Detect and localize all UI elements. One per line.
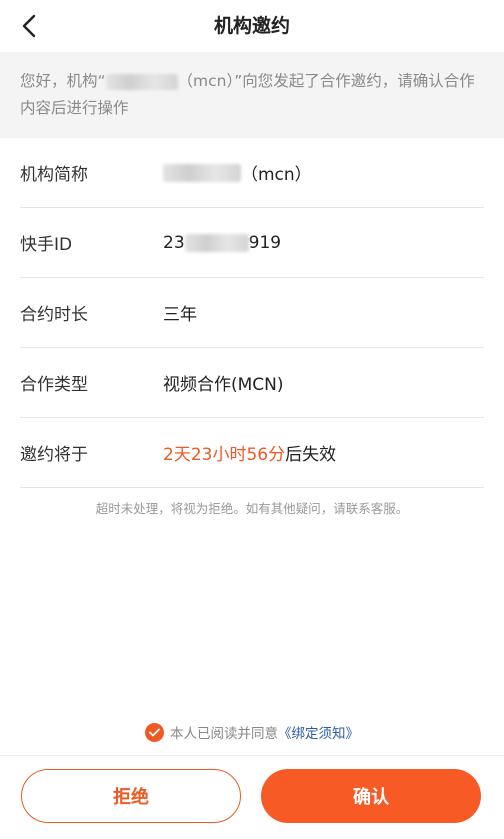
invitation-details: 机构简称 （mcn） 快手ID 23 919 合约时长 三年 合作类型 视频合作…	[0, 138, 504, 488]
detail-label: 快手ID	[20, 235, 73, 255]
masked-id-digits	[184, 233, 249, 252]
detail-row-expiry: 邀约将于 2天23小时56分 后失效	[20, 418, 484, 488]
action-bar: 拒绝 确认	[0, 755, 504, 839]
agreement-row[interactable]: 本人已阅读并同意 《绑定须知》	[0, 721, 504, 743]
detail-row-cooperation-type: 合作类型 视频合作(MCN)	[20, 348, 484, 418]
invitation-notice: 您好，机构“ （mcn）”向您发起了合作邀约，请确认合作内容后进行操作	[0, 52, 504, 138]
notice-prefix: 您好，机构“	[20, 72, 106, 90]
header: 机构邀约	[0, 0, 504, 52]
page-title: 机构邀约	[213, 15, 290, 37]
detail-value: （mcn）	[163, 160, 312, 185]
masked-org-name	[105, 73, 178, 90]
countdown-timer: 2天23小时56分	[163, 445, 286, 465]
confirm-button[interactable]: 确认	[261, 769, 481, 823]
detail-label: 机构简称	[20, 165, 88, 185]
binding-notice-link[interactable]: 《绑定须知》	[278, 722, 359, 742]
detail-label: 合作类型	[20, 375, 88, 395]
detail-label: 邀约将于	[20, 445, 88, 465]
detail-row-org-name: 机构简称 （mcn）	[20, 138, 484, 208]
masked-org-short-name	[163, 163, 241, 182]
agreement-text: 本人已阅读并同意	[170, 726, 278, 742]
detail-value: 23 919	[163, 232, 282, 253]
reject-button[interactable]: 拒绝	[21, 769, 241, 823]
check-circle-icon[interactable]	[145, 722, 164, 742]
timeout-hint: 超时未处理，将视为拒绝。如有其他疑问，请联系客服。	[95, 501, 409, 516]
detail-row-contract-duration: 合约时长 三年	[20, 278, 484, 348]
detail-value: 视频合作(MCN)	[163, 375, 284, 395]
detail-value: 三年	[163, 305, 197, 325]
detail-label: 合约时长	[20, 305, 88, 325]
detail-row-kuaishou-id: 快手ID 23 919	[20, 208, 484, 278]
detail-value: 2天23小时56分 后失效	[163, 440, 336, 465]
